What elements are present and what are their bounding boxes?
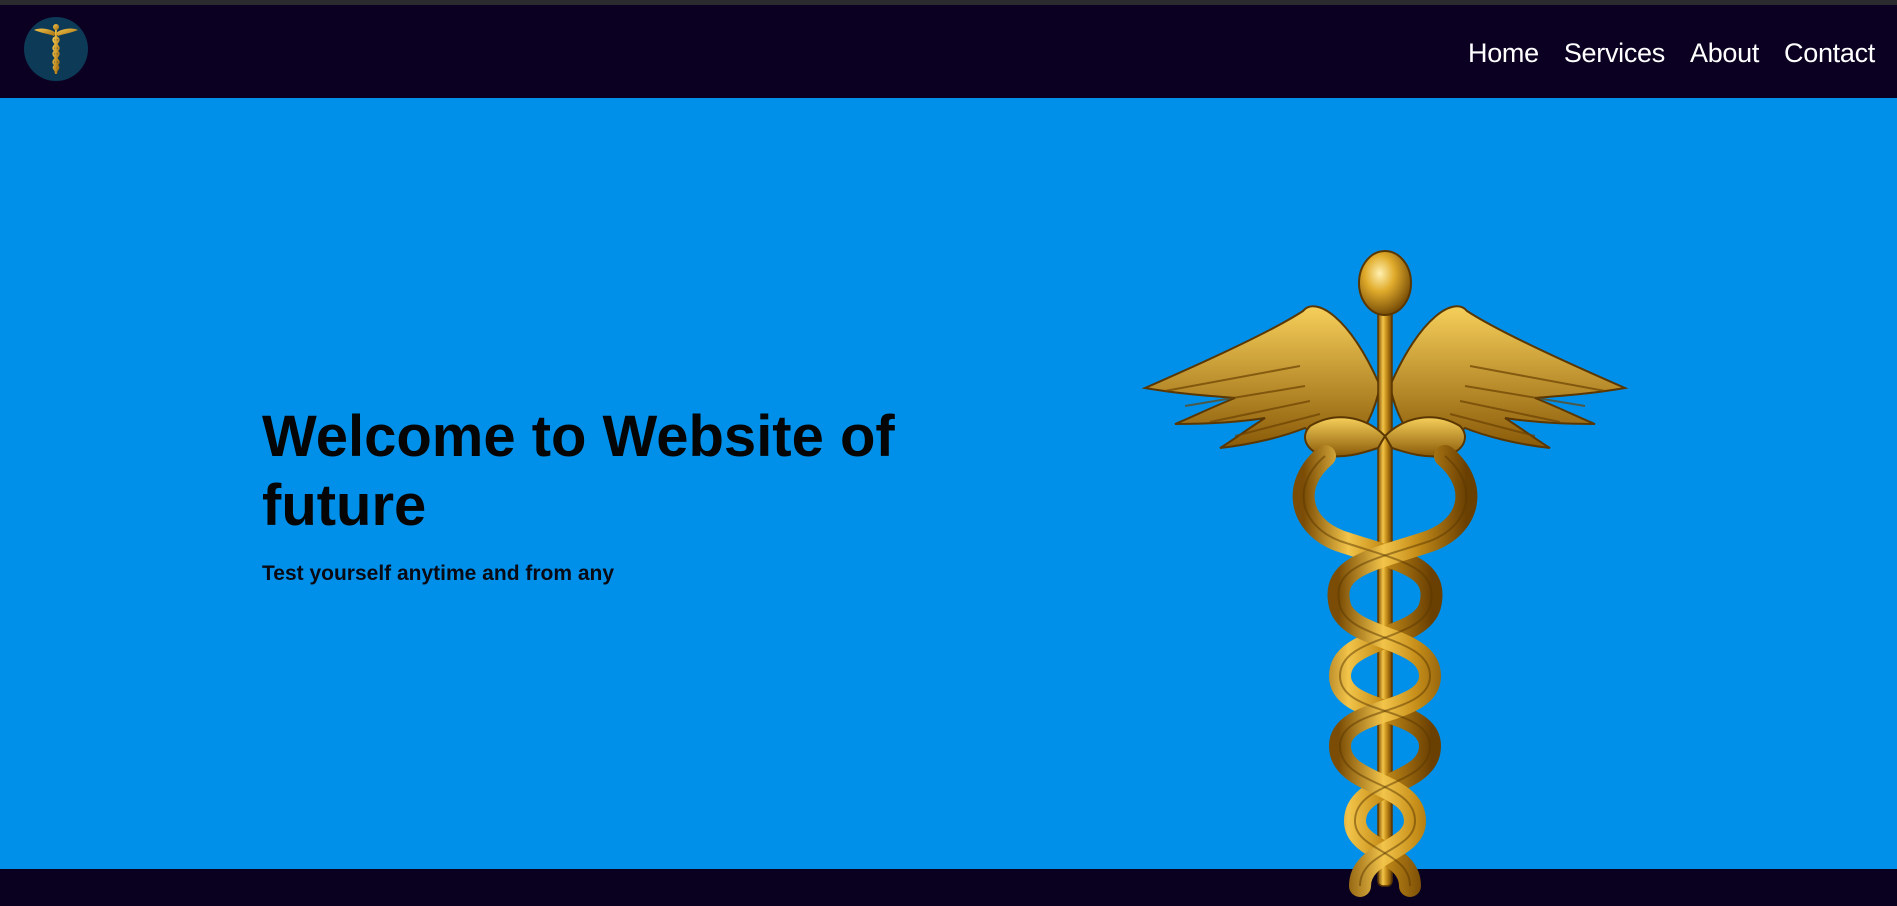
nav-link-contact[interactable]: Contact: [1784, 33, 1875, 73]
nav-link-home[interactable]: Home: [1468, 33, 1539, 73]
nav-link-services[interactable]: Services: [1564, 33, 1665, 73]
hero-section: Welcome to Website of future Test yourse…: [0, 98, 1897, 897]
hero-title: Welcome to Website of future: [262, 404, 895, 538]
hero-subtitle: Test yourself anytime and from any: [262, 562, 615, 585]
navbar: Home Services About Contact: [0, 5, 1897, 98]
site-logo[interactable]: [24, 17, 88, 81]
caduceus-image-icon: [1141, 250, 1629, 897]
nav-link-about[interactable]: About: [1690, 33, 1759, 73]
nav-links: Home Services About Contact: [1468, 33, 1875, 73]
caduceus-logo-icon: [34, 24, 78, 74]
